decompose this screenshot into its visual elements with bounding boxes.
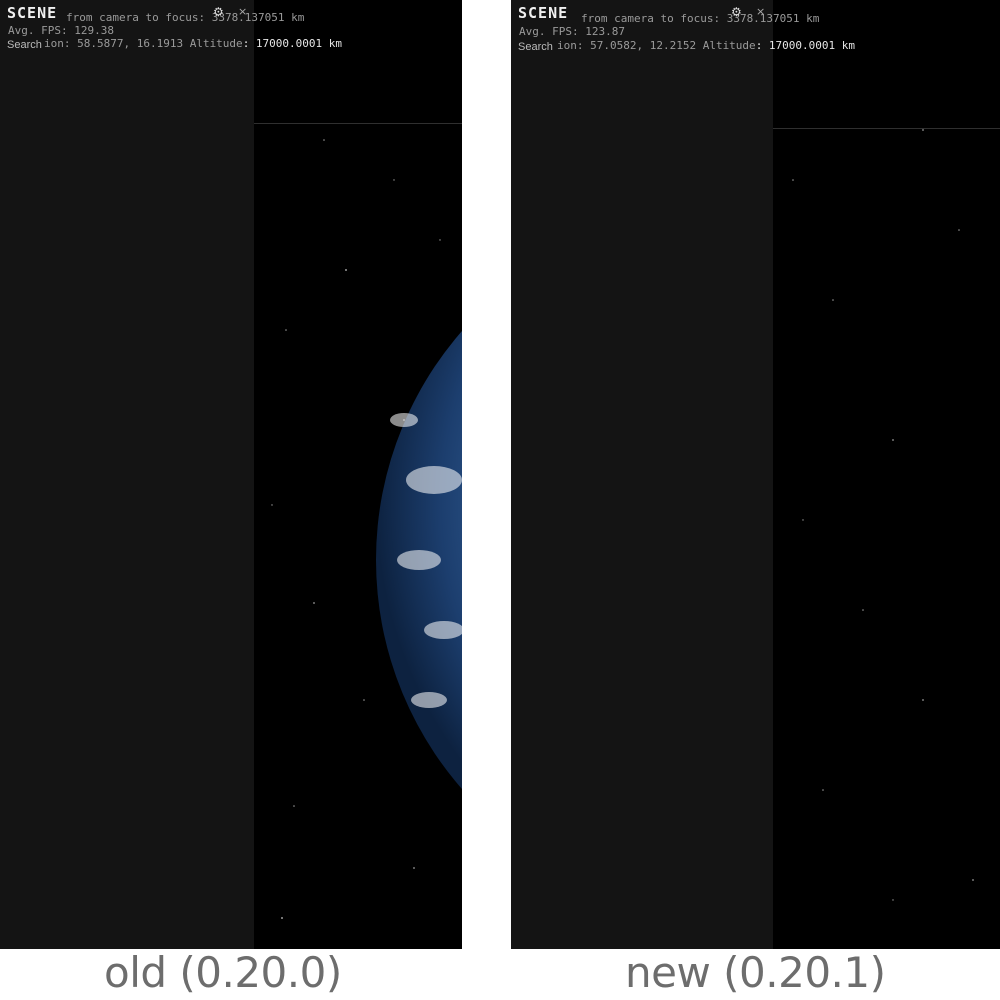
hud-fps: Avg. FPS: 129.38	[8, 24, 114, 37]
close-icon[interactable]: ×	[756, 5, 765, 18]
search-input[interactable]	[7, 39, 117, 51]
scene-title: SCENE	[7, 4, 58, 22]
hud-distance: from camera to focus: 3378.137051 km	[66, 11, 305, 24]
new-screenshot: from camera to focus: 3378.137051 km Avg…	[511, 0, 1000, 949]
scene-title: SCENE	[518, 4, 569, 22]
old-version-caption: old (0.20.0)	[104, 948, 342, 997]
new-version-caption: new (0.20.1)	[625, 948, 886, 997]
close-icon[interactable]: ×	[238, 5, 247, 18]
scene-panel	[0, 0, 254, 949]
search-input[interactable]	[518, 41, 628, 53]
old-screenshot: from camera to focus: 3378.137051 km Avg…	[0, 0, 462, 949]
gear-icon[interactable]: ⚙	[731, 5, 742, 19]
scene-panel	[511, 0, 773, 949]
hud-overlay: from camera to focus: 3378.137051 km Avg…	[0, 0, 462, 60]
hud-fps: Avg. FPS: 123.87	[519, 25, 625, 38]
gear-icon[interactable]: ⚙	[213, 5, 224, 19]
hud-distance: from camera to focus: 3378.137051 km	[581, 12, 820, 25]
